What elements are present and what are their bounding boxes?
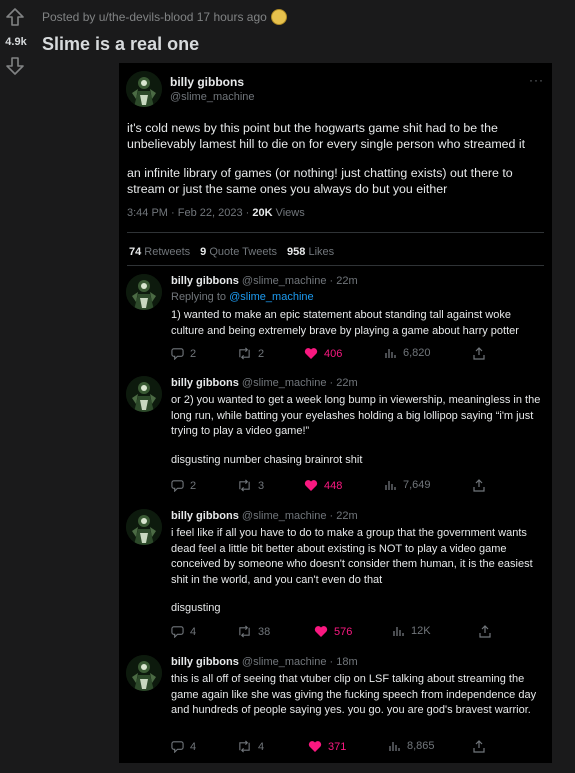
views-icon [385,349,396,358]
reply-header: billy gibbons @slime_machine · 22m [171,377,358,389]
like-button[interactable]: 576 [314,625,352,638]
share-icon [479,625,491,638]
reply-button[interactable]: 4 [171,625,196,638]
award-icon[interactable] [270,9,287,25]
tweet-screenshot: billy gibbons @slime_machine ··· it's co… [119,63,552,763]
tweet-paragraph: an infinite library of games (or nothing… [127,166,513,196]
reply-tweet: billy gibbons @slime_machine · 18m this … [119,647,552,763]
reply-tweet: billy gibbons @slime_machine · 22m i fee… [119,501,552,647]
avatar [126,509,162,545]
retweet-icon [239,625,250,638]
like-button[interactable]: 448 [304,479,342,492]
views-button[interactable]: 12K [393,625,431,637]
avatar [126,71,162,107]
reply-tweet: billy gibbons @slime_machine · 22m Reply… [119,266,552,368]
tweet-header: billy gibbons @slime_machine [126,71,255,107]
avatar [126,376,162,412]
avatar [126,655,162,691]
views-icon [389,742,400,751]
tweet-author-name: billy gibbons [170,75,244,89]
retweet-icon [239,479,250,492]
like-button[interactable]: 406 [304,347,342,360]
share-icon [473,347,485,360]
like-button[interactable]: 371 [308,740,346,753]
avatar [126,274,162,310]
retweet-button[interactable]: 3 [237,479,264,492]
heart-icon [304,480,318,491]
views-button[interactable]: 7,649 [385,479,431,491]
replying-to: Replying to @slime_machine [171,291,314,303]
reply-text: this is all off of seeing that vtuber cl… [171,673,537,716]
more-options-icon: ··· [529,73,544,87]
reply-header: billy gibbons @slime_machine · 18m [171,656,358,668]
reply-actions: 2 2 406 6,820 [171,347,541,363]
share-button[interactable] [473,740,485,753]
retweet-button[interactable]: 2 [237,347,264,360]
share-button[interactable] [473,347,485,360]
reply-button[interactable]: 4 [171,740,196,753]
retweet-button[interactable]: 38 [237,625,270,638]
reply-button[interactable]: 2 [171,347,196,360]
reply-text: i feel like if all you have to do to mak… [171,527,533,614]
reply-icon [171,741,184,753]
views-icon [393,627,404,636]
reply-icon [171,348,184,360]
reply-text: or 2) you wanted to get a week long bump… [171,394,541,466]
heart-icon [314,626,328,637]
post-meta-text[interactable]: Posted by u/the-devils-blood 17 hours ag… [42,10,267,24]
divider [127,232,544,233]
views-button[interactable]: 8,865 [389,740,435,752]
post-meta: Posted by u/the-devils-blood 17 hours ag… [42,9,287,25]
reply-header: billy gibbons @slime_machine · 22m [171,275,358,287]
reply-icon [171,480,184,492]
share-button[interactable] [473,479,485,492]
retweets-stat: 74 Retweets [129,246,191,258]
tweet-author-handle: @slime_machine [170,91,255,103]
reply-icon [171,626,184,638]
views-icon [385,481,396,490]
reply-actions: 4 4 371 8,865 [171,740,541,756]
upvote-arrow-icon[interactable] [5,7,25,27]
heart-icon [304,348,318,359]
tweet-paragraph: it's cold news by this point but the hog… [127,121,526,151]
reply-text: 1) wanted to make an epic statement abou… [171,309,519,337]
reply-actions: 2 3 448 7,649 [171,479,541,495]
quotes-stat: 9 Quote Tweets [200,246,278,258]
tweet-text: it's cold news by this point but the hog… [127,120,547,210]
reply-button[interactable]: 2 [171,479,196,492]
tweet-stats: 74 Retweets 9 Quote Tweets 958 Likes [129,246,334,258]
reply-actions: 4 38 576 12K [171,625,541,641]
likes-stat: 958 Likes [287,246,335,258]
retweet-icon [239,347,250,360]
retweet-button[interactable]: 4 [237,740,264,753]
retweet-icon [239,740,250,753]
post-title[interactable]: Slime is a real one [42,34,199,55]
tweet-timestamp: 3:44 PM · Feb 22, 2023 · 20K Views [127,207,305,219]
views-button[interactable]: 6,820 [385,347,431,359]
tweet-views-count: 20K [252,207,273,219]
share-icon [473,479,485,492]
share-button[interactable] [479,625,491,638]
reply-tweet: billy gibbons @slime_machine · 22m or 2)… [119,368,552,501]
downvote-arrow-icon[interactable] [5,56,25,76]
heart-icon [308,741,322,752]
share-icon [473,740,485,753]
reply-header: billy gibbons @slime_machine · 22m [171,510,358,522]
vote-score: 4.9k [5,36,27,48]
